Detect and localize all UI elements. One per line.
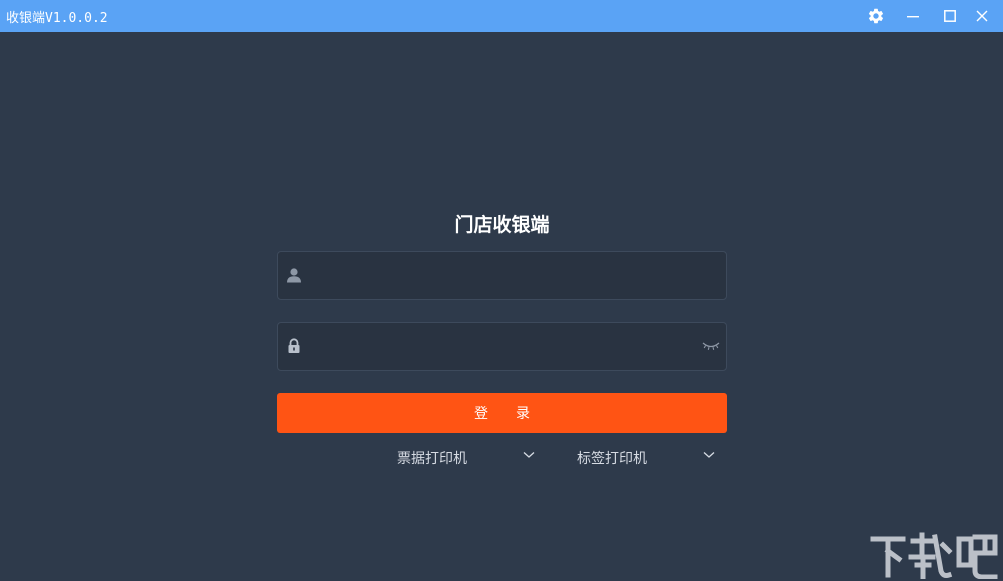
username-field[interactable] bbox=[277, 251, 727, 300]
username-input[interactable] bbox=[312, 252, 692, 299]
login-panel: 门店收银端 登录 票据打印机 标签打印机 bbox=[0, 32, 1003, 581]
minimize-icon[interactable] bbox=[897, 0, 929, 32]
watermark-logo bbox=[870, 532, 998, 579]
password-input[interactable] bbox=[312, 323, 692, 370]
user-icon bbox=[287, 268, 301, 283]
login-button[interactable]: 登录 bbox=[277, 393, 727, 433]
password-field[interactable] bbox=[277, 322, 727, 371]
receipt-printer-select[interactable]: 票据打印机 bbox=[397, 446, 537, 468]
login-title: 门店收银端 bbox=[454, 214, 550, 236]
lock-icon bbox=[288, 338, 300, 353]
label-printer-select[interactable]: 标签打印机 bbox=[577, 446, 717, 468]
close-icon[interactable] bbox=[966, 0, 998, 32]
maximize-icon[interactable] bbox=[934, 0, 966, 32]
title-bar: 收银端V1.0.0.2 bbox=[0, 0, 1003, 32]
chevron-down-icon bbox=[703, 452, 715, 458]
settings-gear-icon[interactable] bbox=[860, 0, 892, 32]
label-printer-label: 标签打印机 bbox=[577, 451, 647, 467]
eye-closed-icon[interactable] bbox=[702, 340, 720, 352]
chevron-down-icon bbox=[523, 452, 535, 458]
receipt-printer-label: 票据打印机 bbox=[397, 451, 467, 467]
window-title: 收银端V1.0.0.2 bbox=[6, 11, 108, 26]
